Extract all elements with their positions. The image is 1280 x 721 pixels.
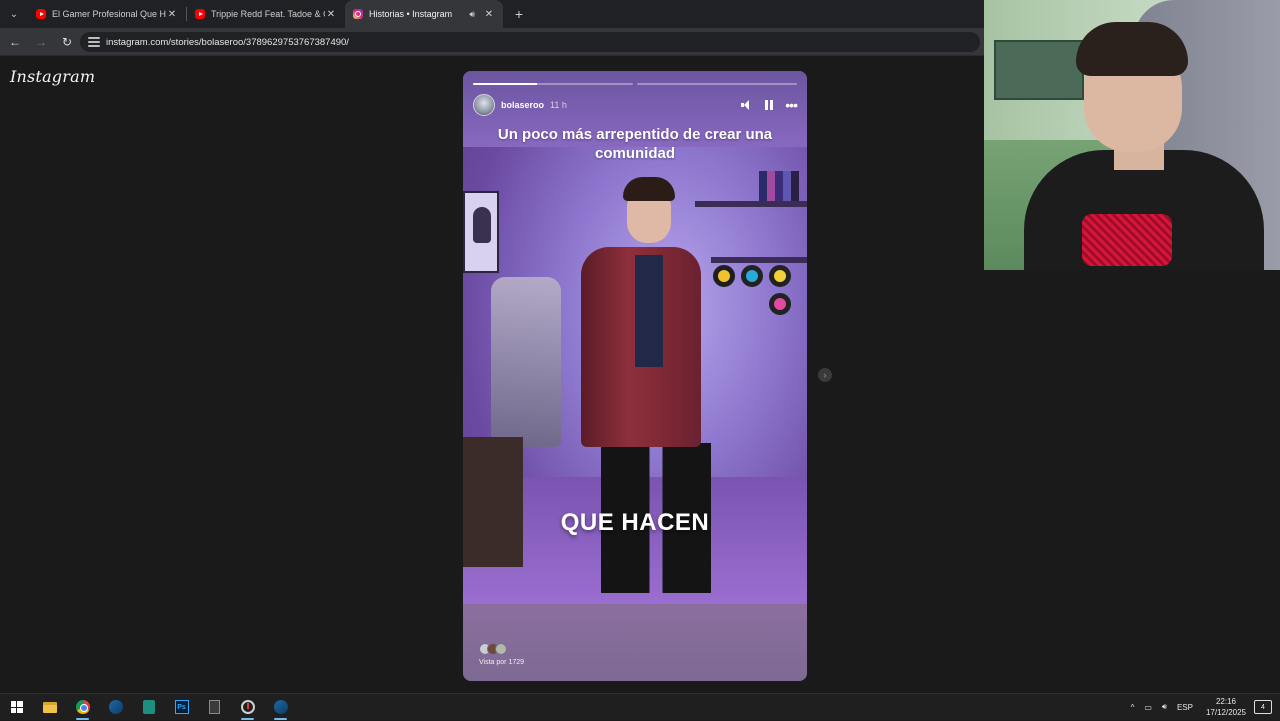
progress-segment <box>473 83 633 85</box>
clock[interactable]: 22:16 17/12/2025 <box>1206 696 1246 718</box>
taskbar-steam[interactable] <box>99 694 132 721</box>
instagram-icon <box>353 9 363 19</box>
taskbar-obs[interactable] <box>231 694 264 721</box>
chrome-icon <box>75 700 90 714</box>
vinyl-disc <box>741 265 763 287</box>
youtube-icon <box>36 9 46 19</box>
webcam-overlay <box>984 0 1280 270</box>
address-bar[interactable]: instagram.com/stories/bolaseroo/37896297… <box>80 32 980 52</box>
vinyl-disc <box>713 265 735 287</box>
story-controls: ••• <box>741 98 798 112</box>
taskbar-file-explorer[interactable] <box>33 694 66 721</box>
story-progress-bar <box>473 83 797 85</box>
story-header: bolaseroo 11 h ••• <box>473 94 798 116</box>
steam-icon <box>108 700 123 714</box>
forward-button[interactable]: → <box>30 31 52 53</box>
new-tab-button[interactable]: + <box>509 4 529 24</box>
chevron-down-icon: ⌄ <box>9 8 19 20</box>
calculator-icon <box>209 700 220 714</box>
audio-playing-icon[interactable]: 🔊︎ <box>469 9 475 20</box>
clock-date: 17/12/2025 <box>1205 708 1246 717</box>
tab-search-button[interactable]: ⌄ <box>4 4 24 24</box>
viewer-avatars[interactable] <box>479 643 507 655</box>
wall-shelf <box>711 257 807 263</box>
clock-time: 22:16 <box>1215 697 1236 706</box>
network-icon[interactable]: ▭ <box>1144 703 1152 712</box>
taskbar-app[interactable] <box>132 694 165 721</box>
wall-shelf <box>695 201 807 207</box>
close-icon[interactable]: ✕ <box>325 9 337 20</box>
person-hair <box>623 177 675 201</box>
system-tray: ^ ▭ 🔊︎ ESP 22:16 17/12/2025 4 <box>1126 694 1280 721</box>
chevron-up-icon[interactable]: ^ <box>1131 703 1135 712</box>
obs-icon <box>240 700 255 714</box>
story-username[interactable]: bolaseroo <box>501 100 544 110</box>
volume-icon[interactable] <box>741 100 753 110</box>
photoshop-icon: Ps <box>174 700 189 714</box>
file-explorer-icon <box>42 701 57 713</box>
story-caption-top: Un poco más arrepentido de crear una com… <box>497 126 773 162</box>
progress-fill <box>473 83 537 85</box>
notification-center-icon[interactable]: 4 <box>1254 700 1272 714</box>
person-shirt <box>635 255 663 367</box>
streamer-hair <box>1076 22 1188 76</box>
app-icon <box>142 700 155 714</box>
arrow-left-icon: ← <box>9 34 21 49</box>
taskbar-steam-2[interactable] <box>264 694 297 721</box>
windows-start-icon <box>10 701 23 713</box>
webcam-shelf <box>994 40 1084 100</box>
tab-title: El Gamer Profesional Que Hizo <box>52 9 166 19</box>
pause-icon[interactable] <box>765 100 774 110</box>
browser-tab-2[interactable]: Trippie Redd Feat. Tadoe & Chi ✕ <box>187 0 345 28</box>
story-viewer[interactable]: bolaseroo 11 h ••• Un poco más arrepenti… <box>463 71 807 681</box>
close-icon[interactable]: ✕ <box>483 9 495 20</box>
views-count[interactable]: Vista por 1729 <box>479 659 524 666</box>
url-text: instagram.com/stories/bolaseroo/37896297… <box>106 36 349 48</box>
instagram-logo[interactable]: Instagram <box>10 67 95 86</box>
story-age: 11 h <box>550 100 567 110</box>
tab-title: Trippie Redd Feat. Tadoe & Chi <box>211 9 325 19</box>
steam-icon <box>273 700 288 714</box>
avatar <box>495 643 507 655</box>
next-story-button[interactable]: › <box>818 368 832 382</box>
reload-button[interactable]: ↻ <box>56 31 78 53</box>
volume-icon[interactable]: 🔊︎ <box>1162 702 1167 712</box>
language-indicator[interactable]: ESP <box>1177 703 1193 712</box>
start-button[interactable] <box>0 694 33 721</box>
progress-segment <box>637 83 797 85</box>
youtube-icon <box>195 9 205 19</box>
story-caption-center: QUE HACEN <box>560 509 710 536</box>
avatar[interactable] <box>473 94 495 116</box>
windows-taskbar: Ps ^ ▭ 🔊︎ ESP 22:16 17/12/2025 4 <box>0 693 1280 720</box>
chevron-right-icon: › <box>823 370 827 380</box>
microphone <box>1082 214 1172 266</box>
vinyl-disc <box>769 265 791 287</box>
back-button[interactable]: ← <box>4 31 26 53</box>
more-options-icon[interactable]: ••• <box>785 98 798 112</box>
browser-tab-1[interactable]: El Gamer Profesional Que Hizo ✕ <box>28 0 186 28</box>
taskbar-photoshop[interactable]: Ps <box>165 694 198 721</box>
reload-icon: ↻ <box>61 34 73 49</box>
notification-count: 4 <box>1261 703 1265 711</box>
wall-poster <box>463 191 499 273</box>
desk <box>463 437 523 567</box>
site-settings-icon[interactable] <box>88 37 100 47</box>
vinyl-disc <box>769 293 791 315</box>
tab-title: Historias • Instagram <box>369 9 453 19</box>
taskbar-chrome[interactable] <box>66 694 99 721</box>
taskbar-calculator[interactable] <box>198 694 231 721</box>
shelf-books <box>759 171 799 201</box>
gaming-chair <box>491 277 561 447</box>
browser-tab-3-active[interactable]: Historias • Instagram 🔊︎ ✕ <box>345 0 503 28</box>
arrow-right-icon: → <box>35 34 47 49</box>
close-icon[interactable]: ✕ <box>166 9 178 20</box>
